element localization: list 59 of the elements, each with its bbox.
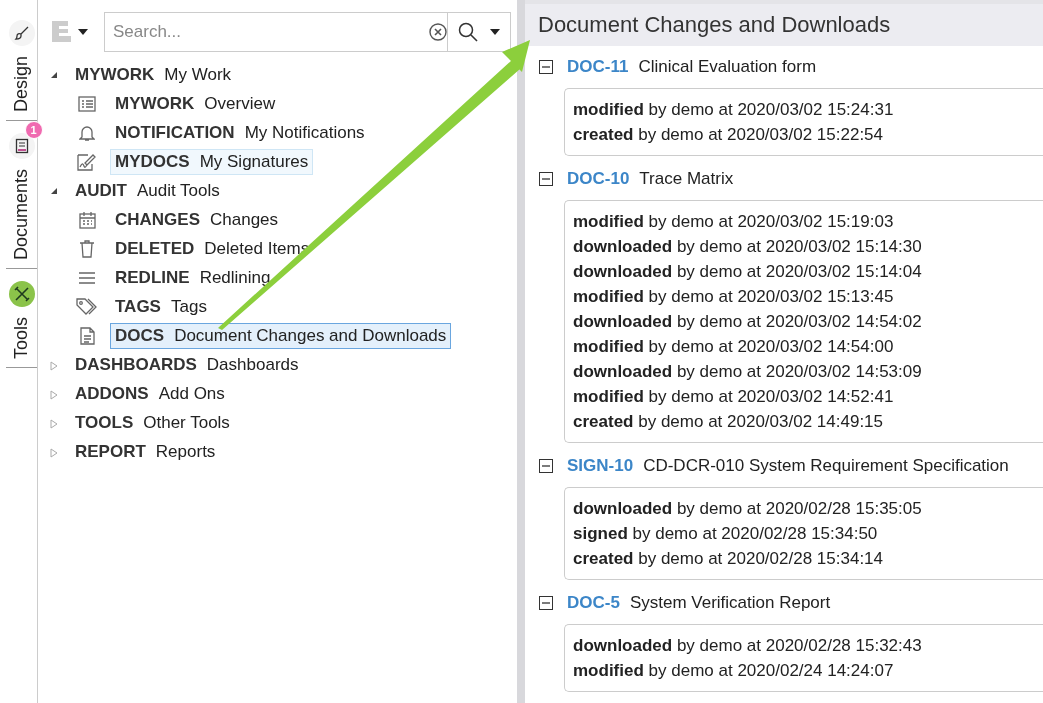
search-button[interactable] [447, 12, 511, 52]
lines-icon [76, 271, 98, 284]
tree-item[interactable]: NOTIFICATION My Notifications [110, 119, 370, 146]
document-title: Trace Matrix [639, 169, 734, 189]
event-entry: modified by demo at 2020/03/02 15:19:03 [573, 211, 895, 233]
calendar-icon [76, 210, 98, 229]
tree-item[interactable]: REDLINE Redlining [110, 264, 276, 291]
bell-icon [76, 123, 98, 142]
event-entry: downloaded by demo at 2020/03/02 14:53:09 [573, 361, 923, 383]
signature-icon [76, 152, 98, 171]
event-entry: downloaded by demo at 2020/02/28 15:35:05 [573, 498, 923, 520]
count-badge: 1 [24, 121, 43, 140]
caret-icon [490, 29, 500, 35]
tree-group[interactable]: AUDIT Audit Tools [70, 177, 225, 204]
search-icon [458, 22, 478, 42]
tree-group[interactable]: MYWORK My Work [70, 61, 237, 88]
document-title: CD-DCR-010 System Requirement Specification [643, 456, 1009, 476]
caret-icon[interactable] [78, 29, 88, 35]
tree-item[interactable]: DOCS Document Changes and Downloads [110, 322, 452, 349]
event-entry: signed by demo at 2020/02/28 15:34:50 [573, 523, 879, 545]
document-link[interactable]: DOC-5 [567, 593, 620, 613]
brush-icon [13, 25, 30, 41]
tree-item[interactable]: TAGS Tags [110, 293, 212, 320]
clear-icon[interactable] [429, 23, 447, 41]
document-title: System Verification Report [629, 593, 831, 613]
collapse-arrow-icon[interactable] [50, 186, 58, 195]
panel-title: Document Changes and Downloads [525, 4, 1043, 46]
event-entry: created by demo at 2020/03/02 15:22:54 [573, 124, 884, 146]
collapse-icon[interactable] [539, 596, 553, 610]
event-entry: modified by demo at 2020/03/02 15:13:45 [573, 286, 895, 308]
tree-group[interactable]: ADDONS Add Ons [70, 380, 230, 407]
event-entry: downloaded by demo at 2020/02/28 15:32:43 [573, 635, 923, 657]
event-entry: modified by demo at 2020/03/02 14:52:41 [573, 386, 895, 408]
tree-item[interactable]: MYWORK Overview [110, 90, 281, 117]
tree-group[interactable]: TOOLS Other Tools [70, 409, 235, 436]
list-icon [76, 95, 98, 112]
event-entry: created by demo at 2020/03/02 14:49:15 [573, 411, 884, 433]
tag-icon [76, 297, 98, 316]
tree-group[interactable]: REPORT Reports [70, 438, 221, 465]
event-entry: modified by demo at 2020/02/24 14:24:07 [573, 660, 895, 682]
event-entry: modified by demo at 2020/03/02 15:24:31 [573, 99, 895, 121]
tree-group[interactable]: DASHBOARDS Dashboards [70, 351, 304, 378]
event-entry: downloaded by demo at 2020/03/02 14:54:02 [573, 311, 923, 333]
event-entry: downloaded by demo at 2020/03/02 15:14:30 [573, 236, 923, 258]
collapse-icon[interactable] [539, 459, 553, 473]
event-entry: downloaded by demo at 2020/03/02 15:14:04 [573, 261, 923, 283]
document-title: Clinical Evaluation form [638, 57, 817, 77]
document-link[interactable]: DOC-10 [567, 169, 630, 189]
event-entry: created by demo at 2020/02/28 15:34:14 [573, 548, 884, 570]
tree-item[interactable]: CHANGES Changes [110, 206, 284, 233]
collapse-icon[interactable] [539, 172, 553, 186]
collapse-icon[interactable] [539, 60, 553, 74]
document-link[interactable]: DOC-11 [567, 57, 629, 77]
tree-item[interactable]: MYDOCS My Signatures [110, 148, 314, 175]
document-link[interactable]: SIGN-10 [567, 456, 634, 476]
search-field[interactable]: Search... [104, 12, 447, 52]
collapse-arrow-icon[interactable] [50, 70, 58, 79]
event-entry: modified by demo at 2020/03/02 14:54:00 [573, 336, 895, 358]
book-icon [14, 138, 29, 155]
